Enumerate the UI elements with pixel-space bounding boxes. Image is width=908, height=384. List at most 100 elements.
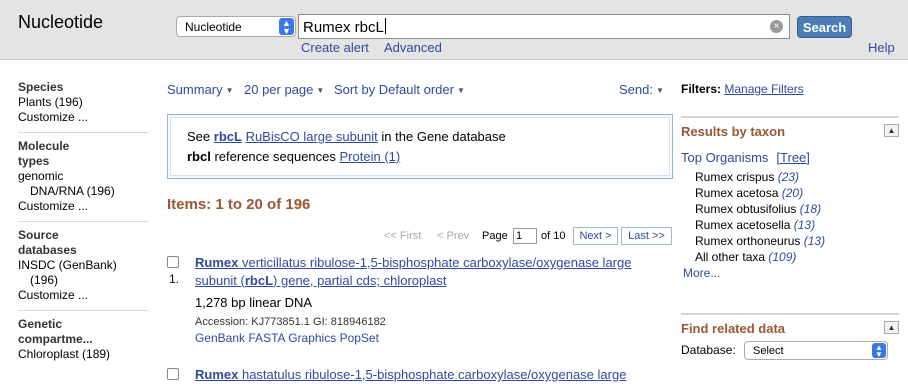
taxon-item[interactable]: All other taxa (109) (695, 250, 796, 264)
search-button[interactable]: Search (797, 16, 852, 38)
page-number-input[interactable]: 1 (513, 228, 537, 244)
taxon-count: (13) (803, 234, 826, 248)
facet-item-insdc[interactable]: INSDC (GenBank) (196) (18, 258, 158, 288)
panel-title: Find related data (681, 321, 786, 336)
taxon-name: Rumex obtusifolius (695, 202, 797, 216)
top-organisms-row: Top Organisms [Tree] (681, 150, 810, 165)
result-checkbox[interactable] (167, 256, 179, 268)
collapse-icon[interactable]: ▲ (884, 124, 899, 137)
items-count: Items: 1 to 20 of 196 (167, 196, 311, 213)
divider (18, 132, 148, 133)
next-page-button[interactable]: Next > (573, 227, 618, 245)
page-total: of 10 (541, 230, 566, 242)
facet-genetic-heading-line2: compartme... (18, 332, 93, 346)
page-label: Page (482, 230, 508, 242)
refseq-gene: rbcl (187, 149, 211, 164)
graphics-link[interactable]: Graphics (288, 331, 336, 345)
pager: << First < Prev Page 1 of 10 Next > Last… (384, 227, 674, 245)
facet-molecule-customize[interactable]: Customize ... (18, 199, 158, 214)
facet-item-genomic-line1: genomic (18, 169, 64, 183)
divider (18, 221, 148, 222)
filters-label: Filters: (681, 82, 722, 96)
facet-genetic-heading: Genetic compartme... (18, 317, 158, 347)
see-text: See (187, 129, 211, 144)
related-database-value: Select (753, 345, 784, 357)
gene-sensor-box: See rbcL RuBisCO large subunit in the Ge… (167, 114, 673, 179)
facet-source-customize[interactable]: Customize ... (18, 288, 158, 303)
taxon-count: (18) (799, 202, 822, 216)
more-taxa-link[interactable]: More... (683, 266, 720, 280)
result-description: 1,278 bp linear DNA (195, 295, 313, 310)
filters-bar: Filters: Manage Filters (681, 82, 804, 96)
related-database-select[interactable]: Select ▲ ▼ (744, 341, 888, 360)
summary-dropdown[interactable]: Summary ▼ (167, 82, 234, 97)
manage-filters-link[interactable]: Manage Filters (724, 82, 803, 96)
top-organisms-link[interactable]: Top Organisms (681, 150, 768, 165)
taxon-name: Rumex crispus (695, 170, 775, 184)
facet-item-insdc-line1: INSDC (GenBank) (18, 258, 117, 272)
find-related-data-panel: Find related data ▲ Database: Select ▲ ▼ (681, 313, 899, 373)
facet-item-chloroplast[interactable]: Chloroplast (189) (18, 347, 158, 362)
sort-dropdown[interactable]: Sort by Default order ▼ (334, 82, 465, 97)
prev-page-link[interactable]: < Prev (437, 230, 469, 242)
facet-species-customize[interactable]: Customize ... (18, 110, 158, 125)
facet-source-heading-line1: Source (18, 228, 59, 242)
taxon-count: (23) (777, 170, 800, 184)
create-alert-link[interactable]: Create alert (301, 40, 369, 55)
taxon-item[interactable]: Rumex orthoneurus (13) (695, 234, 825, 248)
refseq-text: reference sequences (214, 149, 336, 164)
facet-item-plants[interactable]: Plants (196) (18, 95, 158, 110)
divider (18, 310, 148, 311)
first-page-link[interactable]: << First (384, 230, 421, 242)
results-by-taxon-panel: Results by taxon ▲ Top Organisms [Tree] R… (681, 116, 899, 286)
genbank-link[interactable]: GenBank (195, 331, 245, 345)
chevron-updown-icon: ▲ ▼ (279, 18, 294, 36)
search-input[interactable]: Rumex rbcL × (298, 14, 790, 39)
facet-source-heading-line2: databases (18, 243, 77, 257)
facet-item-genomic-line2: DNA/RNA (196) (30, 184, 115, 198)
result-title-bold: Rumex (195, 367, 239, 382)
send-dropdown[interactable]: Send: ▼ (619, 82, 664, 97)
database-select-value: Nucleotide (185, 20, 242, 34)
result-links: GenBank FASTA Graphics PopSet (195, 331, 379, 345)
facet-molecule-heading-line2: types (18, 154, 50, 168)
fasta-link[interactable]: FASTA (248, 331, 284, 345)
result-title-bold: Rumex (195, 255, 239, 270)
popset-link[interactable]: PopSet (340, 331, 379, 345)
taxon-item[interactable]: Rumex acetosa (20) (695, 186, 803, 200)
tree-link[interactable]: [Tree] (776, 150, 809, 165)
taxon-count: (13) (793, 218, 816, 232)
gene-link[interactable]: rbcL (214, 129, 242, 144)
gene-desc-link[interactable]: RuBisCO large subunit (246, 129, 378, 144)
taxon-item[interactable]: Rumex crispus (23) (695, 170, 799, 184)
result-item: 1. Rumex verticillatus ribulose-1,5-bisp… (167, 254, 667, 346)
summary-label: Summary (167, 82, 223, 97)
caret-down-icon: ▼ (655, 86, 664, 95)
result-title-link[interactable]: Rumex hastatulus ribulose-1,5-bisphospha… (195, 366, 675, 384)
facet-item-genomic[interactable]: genomic DNA/RNA (196) (18, 169, 158, 199)
per-page-label: 20 per page (244, 82, 314, 97)
clear-icon[interactable]: × (770, 20, 783, 33)
database-select[interactable]: Nucleotide ▲ ▼ (176, 16, 296, 37)
per-page-dropdown[interactable]: 20 per page ▼ (244, 82, 324, 97)
result-checkbox[interactable] (167, 368, 179, 380)
taxon-item[interactable]: Rumex obtusifolius (18) (695, 202, 821, 216)
caret-down-icon: ▼ (225, 86, 234, 95)
help-link[interactable]: Help (868, 40, 895, 55)
advanced-link[interactable]: Advanced (384, 40, 442, 55)
collapse-icon[interactable]: ▲ (884, 321, 899, 334)
result-title-part: ) gene, partial cds; chloroplast (273, 273, 447, 288)
result-title-part: subunit ( (195, 273, 245, 288)
last-page-button[interactable]: Last >> (621, 227, 672, 245)
protein-link[interactable]: Protein (1) (340, 149, 401, 164)
send-label: Send: (619, 82, 653, 97)
facet-item-insdc-line2: (196) (30, 273, 59, 287)
result-accession: Accession: KJ773851.1 GI: 818946182 (195, 316, 386, 328)
taxon-name: Rumex acetosella (695, 218, 791, 232)
result-title-link[interactable]: Rumex verticillatus ribulose-1,5-bisphos… (195, 254, 675, 290)
database-label: Database: (681, 343, 736, 357)
gene-line: See rbcL RuBisCO large subunit in the Ge… (187, 127, 669, 147)
facet-genetic-heading-line1: Genetic (18, 317, 63, 331)
taxon-item[interactable]: Rumex acetosella (13) (695, 218, 815, 232)
result-title-bold: rbcL (244, 273, 274, 288)
